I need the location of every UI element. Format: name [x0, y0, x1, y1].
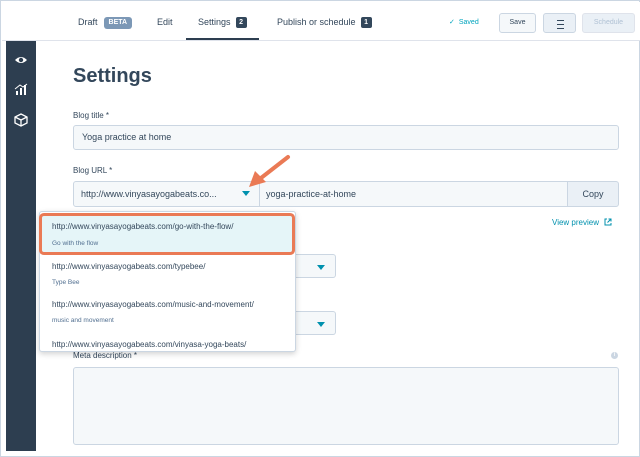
- save-button[interactable]: Save: [499, 13, 536, 33]
- tab-draft[interactable]: Draft BETA: [78, 2, 133, 40]
- tags-select[interactable]: [289, 311, 336, 335]
- external-link-icon: [604, 218, 612, 226]
- app-window: Draft BETA Edit Settings 2 Publish or sche…: [0, 0, 640, 457]
- author-select[interactable]: [289, 254, 336, 278]
- blog-title-input[interactable]: Yoga practice at home: [73, 125, 619, 150]
- checkmark-icon: ✓: [449, 19, 455, 26]
- tab-edit-label: Edit: [157, 17, 173, 27]
- blog-url-label: Blog URL *: [73, 166, 113, 175]
- dropdown-option-go-with-the-flow[interactable]: http://www.vinyasayogabeats.com/go-with-…: [42, 216, 292, 252]
- page-title: Settings: [73, 65, 152, 87]
- tab-settings-label: Settings: [198, 17, 231, 27]
- meta-description-textarea[interactable]: [73, 367, 619, 445]
- dropdown-option-music-and-movement[interactable]: http://www.vinyasayogabeats.com/music-an…: [40, 296, 295, 336]
- option-url: http://www.vinyasayogabeats.com/vinyasa-…: [52, 340, 247, 349]
- left-sidebar: [6, 41, 36, 451]
- blog-url-slug-input[interactable]: yoga-practice-at-home: [259, 181, 568, 207]
- view-preview-label: View preview: [552, 218, 599, 227]
- tab-settings[interactable]: Settings 2: [186, 2, 259, 40]
- option-url: http://www.vinyasayogabeats.com/go-with-…: [52, 222, 234, 231]
- copy-button[interactable]: Copy: [567, 181, 619, 207]
- option-name: Type Bee: [52, 279, 80, 286]
- eye-icon[interactable]: [14, 53, 28, 67]
- option-name: Go with the flow: [52, 240, 99, 247]
- settings-count-badge: 2: [235, 17, 247, 28]
- info-icon[interactable]: i: [611, 352, 618, 359]
- annotation-arrow-icon: [249, 155, 290, 187]
- hamburger-icon: [557, 20, 564, 29]
- schedule-button[interactable]: Schedule: [582, 13, 635, 33]
- saved-status: ✓ Saved: [449, 18, 479, 26]
- blog-title-label: Blog title *: [73, 111, 110, 120]
- tab-publish-or-schedule[interactable]: Publish or schedule 1: [277, 2, 372, 40]
- chart-icon[interactable]: [14, 83, 28, 97]
- chevron-down-icon: [317, 322, 325, 327]
- option-name: music and movement: [52, 317, 114, 324]
- dropdown-option-typebee[interactable]: http://www.vinyasayogabeats.com/typebee/…: [40, 258, 295, 296]
- tab-edit[interactable]: Edit: [157, 2, 173, 40]
- tab-draft-label: Draft: [78, 17, 98, 27]
- url-domain-dropdown: http://www.vinyasayogabeats.com/go-with-…: [39, 211, 296, 352]
- option-url: http://www.vinyasayogabeats.com/music-an…: [52, 300, 254, 309]
- saved-label: Saved: [458, 19, 479, 26]
- blog-url-domain-select[interactable]: http://www.vinyasayogabeats.co...: [73, 181, 260, 207]
- beta-badge: BETA: [103, 17, 133, 29]
- cube-icon[interactable]: [14, 113, 28, 127]
- view-preview-link[interactable]: View preview: [552, 218, 612, 227]
- chevron-down-icon: [317, 265, 325, 270]
- option-url: http://www.vinyasayogabeats.com/typebee/: [52, 262, 206, 271]
- publish-count-badge: 1: [360, 17, 372, 28]
- menu-button[interactable]: [543, 13, 576, 33]
- top-navigation-bar: Draft BETA Edit Settings 2 Publish or sche…: [2, 2, 640, 41]
- meta-description-label: Meta description *: [73, 351, 138, 360]
- dropdown-option-vinyasa-yoga-beats[interactable]: http://www.vinyasayogabeats.com/vinyasa-…: [40, 336, 295, 351]
- tab-publish-label: Publish or schedule: [277, 17, 356, 27]
